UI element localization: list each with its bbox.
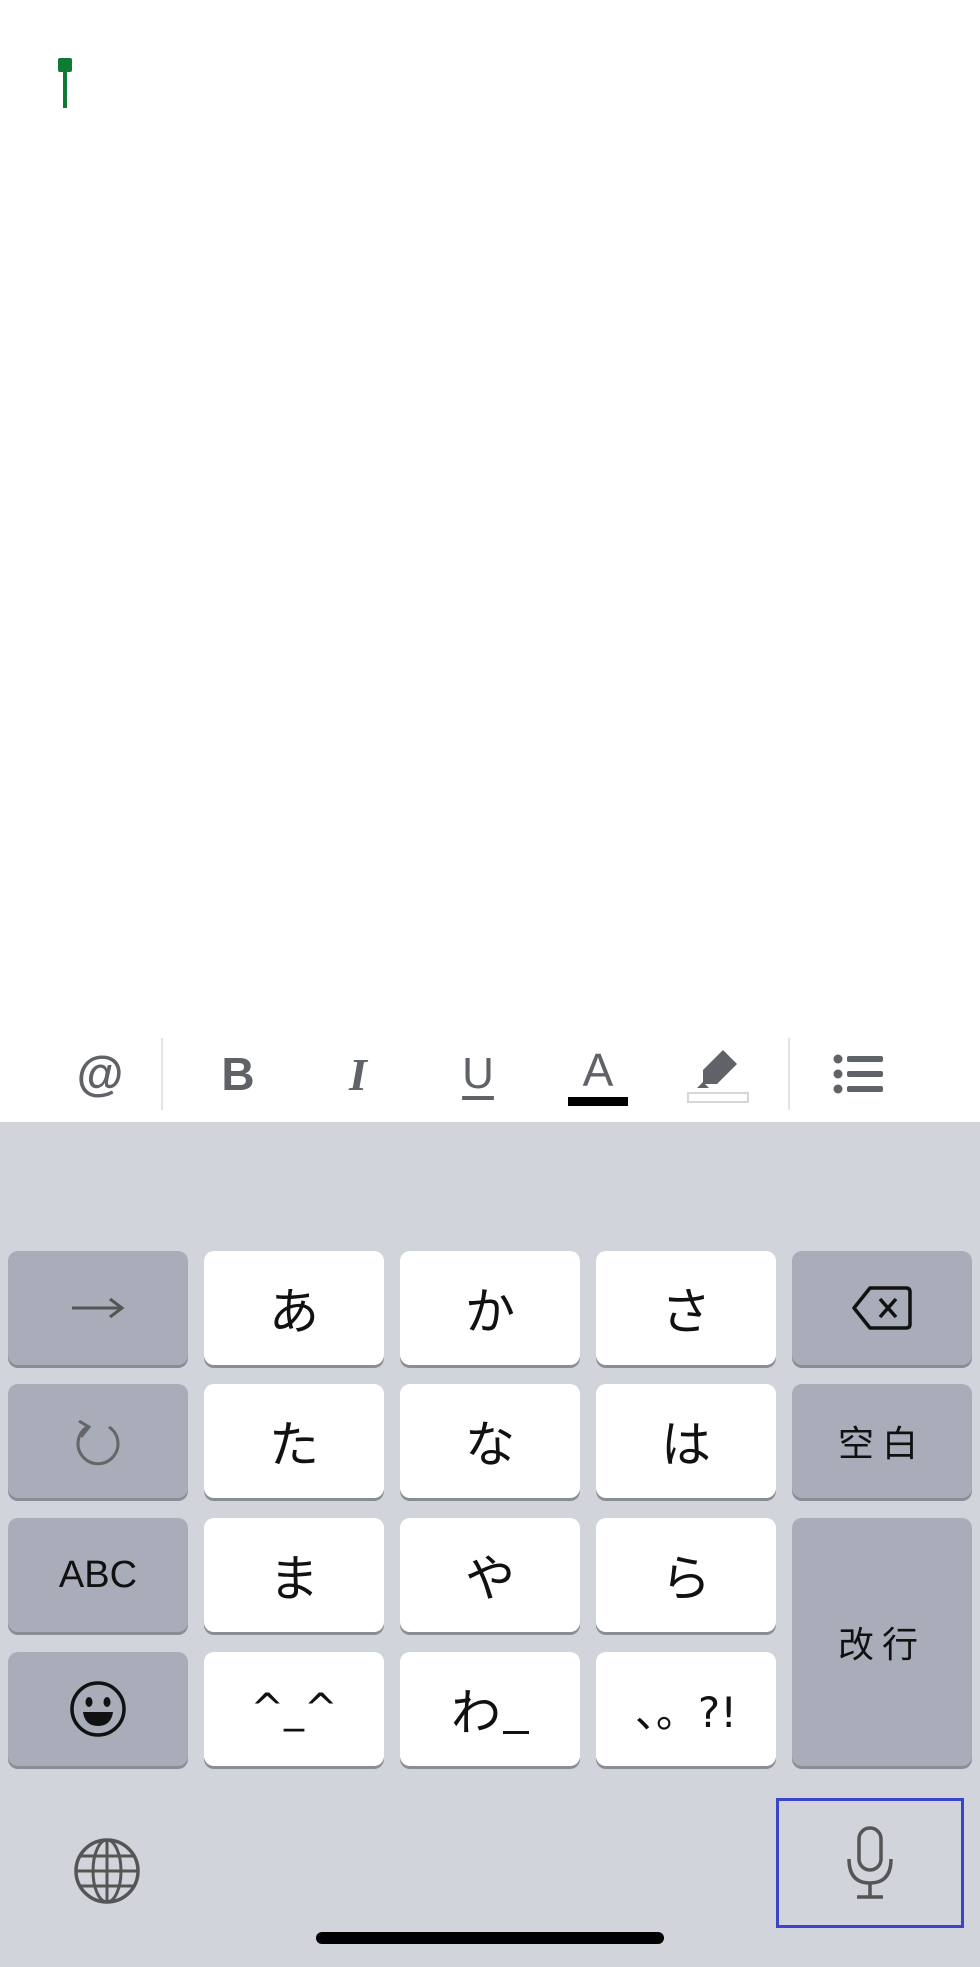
bold-icon: B xyxy=(221,1048,255,1100)
italic-icon: I xyxy=(349,1048,367,1100)
mention-button[interactable]: @ xyxy=(55,1026,145,1122)
key-ra[interactable]: ら xyxy=(596,1518,776,1632)
key-ka[interactable]: か xyxy=(400,1251,580,1365)
key-return[interactable]: 改行 xyxy=(792,1518,972,1766)
globe-icon xyxy=(74,1838,140,1904)
highlight-swatch xyxy=(687,1091,749,1103)
text-color-swatch xyxy=(568,1096,628,1106)
key-a[interactable]: あ xyxy=(204,1251,384,1365)
undo-icon xyxy=(76,1419,120,1466)
text-color-icon: A xyxy=(582,1043,614,1096)
key-na[interactable]: な xyxy=(400,1384,580,1498)
japanese-kana-keyboard: あ か さ た な は 空白 ABC ま や ら 改行 ^_^ わ 、。?! xyxy=(0,1122,980,1967)
key-ma[interactable]: ま xyxy=(204,1518,384,1632)
formatting-toolbar: @ B I U A xyxy=(0,1026,980,1122)
key-wa[interactable]: わ xyxy=(400,1652,580,1766)
at-icon: @ xyxy=(76,1047,124,1101)
bulleted-list-icon xyxy=(833,1054,883,1094)
key-kaomoji[interactable]: ^_^ xyxy=(204,1652,384,1766)
dictation-button[interactable] xyxy=(776,1798,964,1928)
right-arrow-icon xyxy=(72,1297,125,1319)
wa-underscore xyxy=(503,1730,529,1734)
text-cursor xyxy=(58,58,72,108)
toolbar-divider xyxy=(161,1038,163,1110)
list-button[interactable] xyxy=(813,1026,903,1122)
key-punctuation[interactable]: 、。?! xyxy=(596,1652,776,1766)
microphone-icon xyxy=(847,1826,893,1899)
text-color-button[interactable]: A xyxy=(553,1026,643,1122)
italic-button[interactable]: I xyxy=(313,1026,403,1122)
key-undo[interactable] xyxy=(8,1384,188,1498)
key-next-arrow[interactable] xyxy=(8,1251,188,1365)
underline-button[interactable]: U xyxy=(433,1026,523,1122)
key-space[interactable]: 空白 xyxy=(792,1384,972,1498)
key-abc[interactable]: ABC xyxy=(8,1518,188,1632)
emoji-icon xyxy=(70,1681,126,1737)
key-ta[interactable]: た xyxy=(204,1384,384,1498)
home-indicator[interactable] xyxy=(316,1932,664,1944)
key-emoji[interactable] xyxy=(8,1652,188,1766)
toolbar-divider xyxy=(788,1038,790,1110)
document-editor[interactable] xyxy=(0,0,980,1026)
key-sa[interactable]: さ xyxy=(596,1251,776,1365)
underline-icon: U xyxy=(462,1049,494,1098)
highlight-button[interactable] xyxy=(673,1026,763,1122)
backspace-icon xyxy=(852,1286,912,1330)
key-ya[interactable]: や xyxy=(400,1518,580,1632)
key-delete[interactable] xyxy=(792,1251,972,1365)
highlight-icon xyxy=(697,1049,737,1088)
bold-button[interactable]: B xyxy=(193,1026,283,1122)
globe-button[interactable] xyxy=(64,1828,150,1914)
key-ha[interactable]: は xyxy=(596,1384,776,1498)
